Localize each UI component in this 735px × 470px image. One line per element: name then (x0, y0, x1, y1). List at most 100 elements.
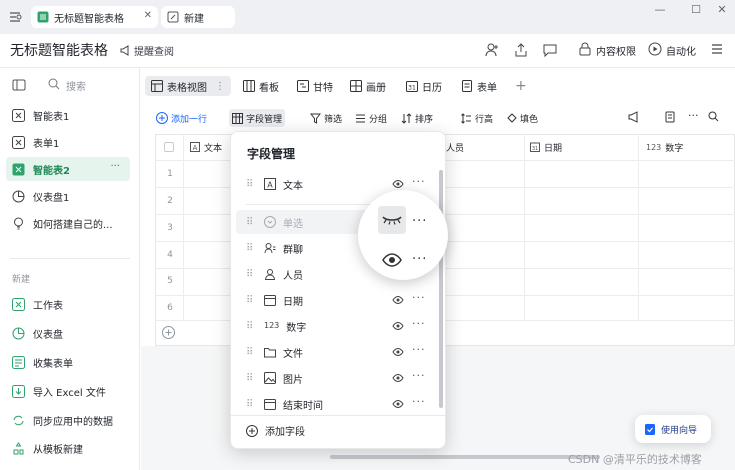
column-header-text[interactable]: A 文本 (190, 134, 222, 160)
new-form-item[interactable]: 收集表单 (6, 350, 130, 374)
svg-text:31: 31 (408, 85, 416, 92)
select-all-checkbox[interactable] (164, 142, 174, 152)
tab-calendar[interactable]: 31 日历 (406, 76, 442, 96)
add-view-icon[interactable]: + (515, 76, 527, 96)
column-header-number[interactable]: 123 数字 (646, 134, 683, 160)
search-icon[interactable] (48, 78, 60, 90)
drag-handle-icon[interactable]: ⠿ (246, 295, 256, 306)
eye-icon[interactable] (392, 398, 404, 410)
sidebar-item-guide-doc[interactable]: 如何搭建自己的... (6, 211, 130, 235)
window-tab-active[interactable]: 无标题智能表格 ✕ (31, 6, 158, 28)
add-member-icon[interactable] (484, 42, 500, 58)
svg-text:31: 31 (532, 146, 538, 152)
template-item[interactable]: 从模板新建 (6, 436, 130, 460)
history-icon[interactable] (8, 10, 22, 24)
automation-icon[interactable] (648, 42, 664, 58)
field-row-file[interactable]: ⠿ 文件 ··· (236, 340, 436, 364)
new-dashboard-item[interactable]: 仪表盘 (6, 321, 130, 345)
field-label: 群聊 (283, 244, 303, 256)
tab-kanban[interactable]: 看板 (243, 76, 279, 96)
drag-handle-icon[interactable]: ⠿ (246, 217, 256, 228)
minimize-icon[interactable]: — (650, 2, 670, 18)
date-icon (264, 398, 276, 410)
announce-icon[interactable] (628, 111, 640, 123)
menu-icon[interactable] (710, 42, 726, 58)
tab-gallery[interactable]: 画册 (350, 76, 386, 96)
eye-icon[interactable] (392, 320, 404, 332)
permission-button[interactable]: 内容权限 (596, 43, 636, 58)
sync-icon (12, 414, 25, 427)
panel-scrollbar[interactable] (439, 170, 443, 408)
more-icon[interactable]: ··· (412, 395, 426, 408)
eye-icon[interactable] (392, 346, 404, 358)
field-label: 日期 (283, 296, 303, 308)
horizontal-scrollbar[interactable] (330, 455, 600, 459)
window-tab-new[interactable]: 新建 (161, 6, 235, 28)
tab-grid-view[interactable]: 表格视图 ⋮ (145, 76, 231, 96)
smart-table-icon (12, 163, 25, 176)
drag-handle-icon[interactable]: ⠿ (246, 373, 256, 384)
column-header-person[interactable]: 人员 (446, 134, 464, 160)
sidebar-item-smart-table-2[interactable]: 智能表2 ··· (6, 157, 130, 181)
drag-handle-icon[interactable]: ⠿ (246, 243, 256, 254)
more-icon[interactable]: ··· (412, 317, 426, 330)
automation-button[interactable]: 自动化 (666, 43, 696, 58)
more-icon[interactable]: ··· (412, 175, 426, 188)
more-icon[interactable]: ⋮ (215, 81, 225, 92)
new-item-label: 收集表单 (33, 358, 73, 370)
close-icon[interactable]: ✕ (712, 2, 732, 18)
field-row-number[interactable]: ⠿ 123 数字 ··· (236, 314, 436, 338)
group-button[interactable]: 分组 (355, 110, 387, 126)
grid-icon (151, 80, 163, 92)
reminder-button[interactable]: 提醒查阅 (120, 43, 174, 58)
more-icon[interactable]: ··· (110, 161, 120, 172)
add-row-button[interactable]: 添加一行 (156, 110, 207, 126)
sidebar-item-form-1[interactable]: 表单1 (6, 130, 130, 154)
more-icon[interactable]: ··· (412, 252, 427, 267)
filter-button[interactable]: 筛选 (310, 110, 342, 126)
column-header-date[interactable]: 31 日期 (530, 134, 562, 160)
guide-button[interactable]: 使用向导 (635, 415, 711, 443)
more-icon[interactable]: ··· (412, 369, 426, 382)
page-title[interactable]: 无标题智能表格 (10, 40, 108, 60)
eye-icon[interactable] (392, 178, 404, 190)
drag-handle-icon[interactable]: ⠿ (246, 399, 256, 410)
more-icon[interactable]: ··· (412, 343, 426, 356)
drag-handle-icon[interactable]: ⠿ (246, 269, 256, 280)
row-height-button[interactable]: 行高 (461, 110, 493, 126)
clipboard-icon[interactable] (664, 111, 676, 123)
eye-icon[interactable] (381, 252, 403, 268)
sync-data-item[interactable]: 同步应用中的数据 (6, 408, 130, 432)
more-icon[interactable]: ··· (688, 109, 699, 122)
field-row-end-time[interactable]: ⠿ 结束时间 ··· (236, 392, 436, 416)
maximize-icon[interactable]: ☐ (686, 2, 706, 18)
eye-icon[interactable] (392, 372, 404, 384)
eye-icon[interactable] (392, 294, 404, 306)
sidebar-search-input[interactable]: 搜索 (66, 78, 86, 93)
add-field-button[interactable]: 添加字段 (246, 423, 305, 438)
drag-handle-icon[interactable]: ⠿ (246, 179, 256, 190)
close-tab-icon[interactable]: ✕ (144, 10, 152, 21)
lock-icon[interactable] (578, 42, 594, 58)
search-icon[interactable] (708, 111, 719, 122)
sidebar-item-smart-table-1[interactable]: 智能表1 (6, 103, 130, 127)
drag-handle-icon[interactable]: ⠿ (246, 321, 256, 332)
comment-icon[interactable] (542, 42, 558, 58)
import-excel-item[interactable]: 导入 Excel 文件 (6, 379, 130, 403)
fill-color-button[interactable]: 填色 (506, 110, 538, 126)
sidebar-item-dashboard-1[interactable]: 仪表盘1 (6, 184, 130, 208)
field-row-date[interactable]: ⠿ 日期 ··· (236, 288, 436, 312)
field-row-image[interactable]: ⠿ 图片 ··· (236, 366, 436, 390)
share-icon[interactable] (513, 42, 529, 58)
tab-form[interactable]: 表单 (461, 76, 497, 96)
sort-button[interactable]: 排序 (401, 110, 433, 126)
new-sheet-item[interactable]: 工作表 (6, 292, 130, 316)
tab-gantt[interactable]: 甘特 (297, 76, 333, 96)
add-row-icon[interactable] (162, 326, 175, 339)
drag-handle-icon[interactable]: ⠿ (246, 347, 256, 358)
more-icon[interactable]: ··· (412, 291, 426, 304)
more-icon[interactable]: ··· (412, 214, 427, 229)
eye-closed-icon[interactable] (380, 212, 404, 228)
sidebar-toggle-icon[interactable] (12, 78, 26, 92)
field-manage-button[interactable]: 字段管理 (229, 109, 286, 127)
